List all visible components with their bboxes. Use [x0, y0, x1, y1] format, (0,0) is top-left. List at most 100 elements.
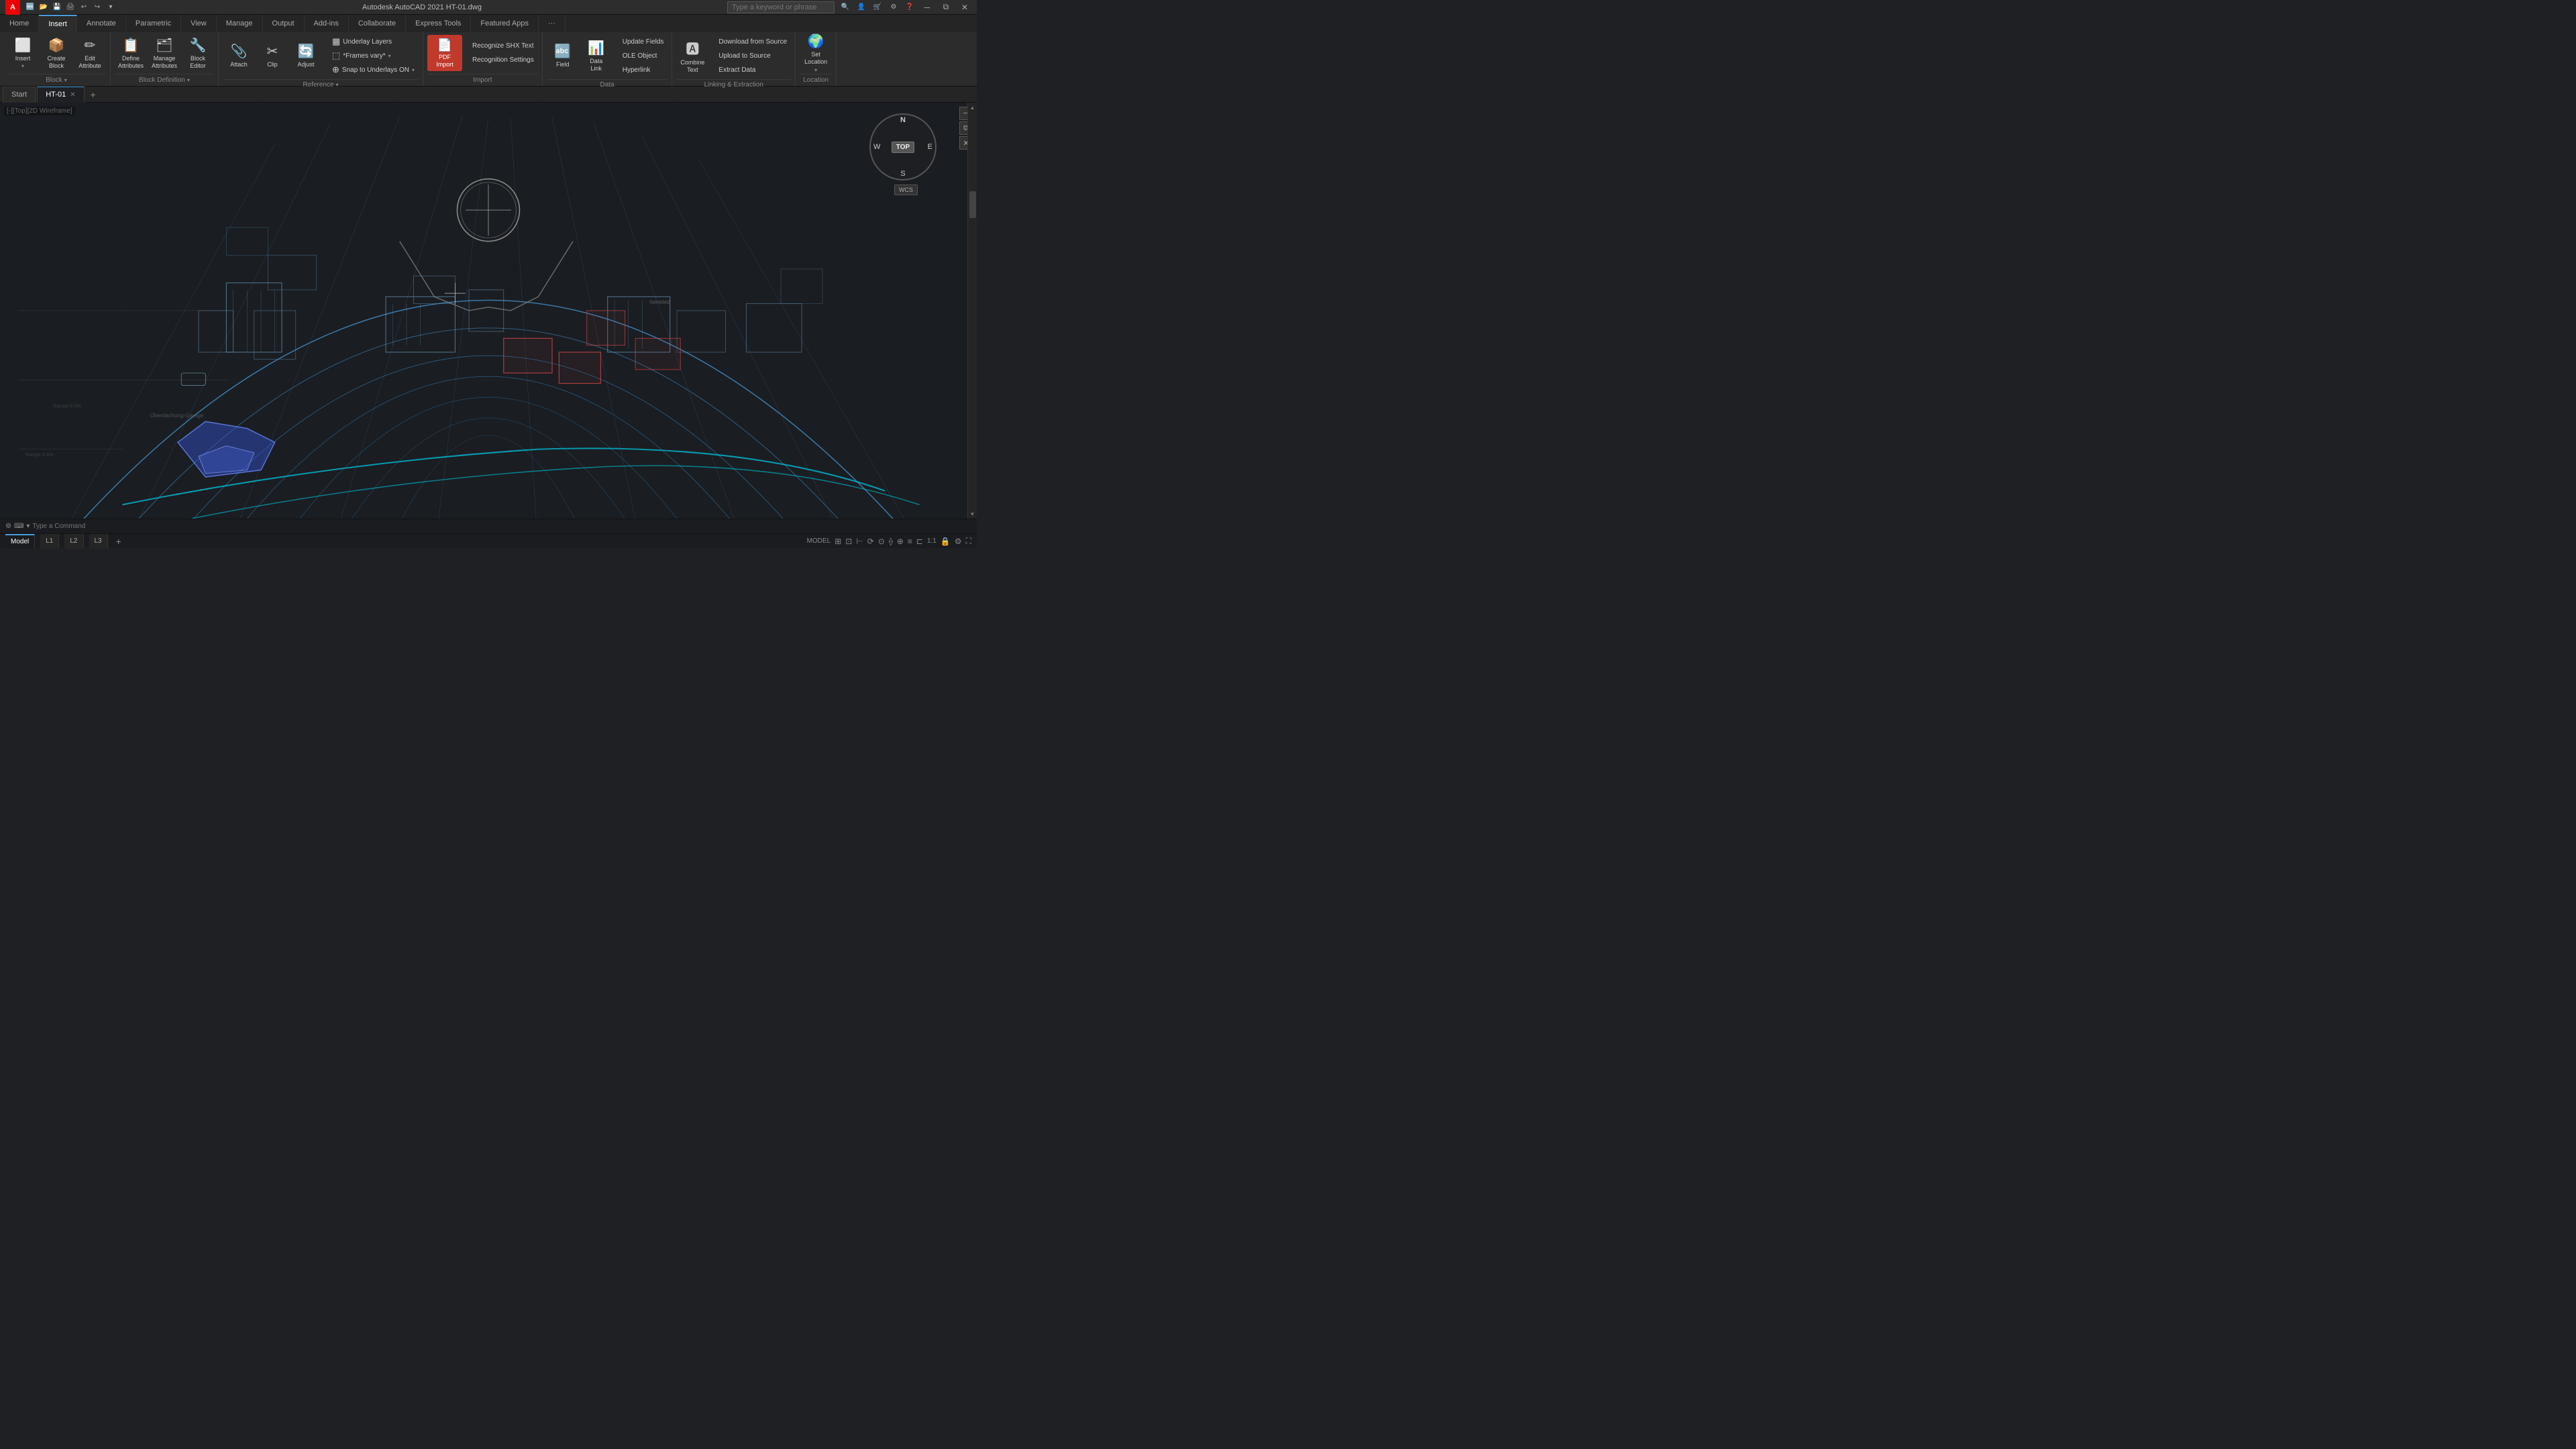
manage-attr-button[interactable]: 🗂 ManageAttributes — [148, 35, 180, 71]
osnap-icon[interactable]: ⊙ — [878, 537, 885, 546]
clip-button[interactable]: ✂ Clip — [256, 38, 288, 74]
hyperlink-btn[interactable]: Hyperlink — [619, 63, 668, 76]
insert-dropdown[interactable]: ▾ — [21, 63, 24, 69]
attach-label: Attach — [230, 61, 248, 68]
lock-icon[interactable]: 🔒 — [941, 537, 951, 546]
frames-vary-btn[interactable]: ⬚ *Frames vary* ▾ — [328, 49, 419, 62]
data-link-button[interactable]: 📊 DataLink — [580, 38, 612, 74]
combine-text-button[interactable]: 🅰 CombineText — [676, 38, 708, 74]
titlebar-right: 🔍 👤 🛒 ⚙ ❓ ─ ⧉ ✕ — [727, 1, 971, 14]
doc-tab-start[interactable]: Start — [3, 87, 36, 103]
tab-insert[interactable]: Insert — [39, 15, 77, 32]
location-dropdown[interactable]: ▾ — [814, 67, 817, 73]
minimize-btn[interactable]: ─ — [920, 1, 934, 14]
snap-icon[interactable]: ⊡ — [845, 537, 852, 546]
otrack-icon[interactable]: ⟠ — [889, 537, 893, 546]
new-btn[interactable]: 🆕 — [24, 1, 36, 13]
cart-icon[interactable]: 🛒 — [872, 2, 883, 13]
ole-object-btn[interactable]: OLE Object — [619, 49, 668, 62]
download-source-label: Download from Source — [718, 38, 787, 46]
tp-icon[interactable]: ⊏ — [916, 537, 923, 546]
pdf-import-button[interactable]: 📄 PDFImport — [427, 35, 462, 71]
snap-underlays-btn[interactable]: ⊕ Snap to Underlays ON ▾ — [328, 63, 419, 76]
insert-button[interactable]: ⬜ Insert ▾ — [7, 35, 39, 71]
save-btn[interactable]: 💾 — [51, 1, 63, 13]
search-input[interactable] — [727, 1, 835, 13]
tab-home[interactable]: Home — [0, 15, 39, 32]
model-tab[interactable]: Model — [5, 534, 35, 549]
ribbon-group-reference: 📎 Attach ✂ Clip 🔄 Adjust ▦ Underlay Laye… — [219, 32, 423, 86]
blockdef-group-arrow[interactable]: ▾ — [187, 77, 190, 83]
extract-data-btn[interactable]: Extract Data — [714, 63, 791, 76]
field-icon: 🔤 — [554, 43, 571, 60]
adjust-button[interactable]: 🔄 Adjust — [290, 38, 322, 74]
tab-express[interactable]: Express Tools — [406, 15, 471, 32]
doc-tab-ht01[interactable]: HT-01 ✕ — [37, 87, 84, 103]
close-btn[interactable]: ✕ — [958, 1, 971, 14]
upload-source-btn[interactable]: Upload to Source — [714, 49, 791, 62]
tab-annotate[interactable]: Annotate — [77, 15, 126, 32]
data-extra-col: Update Fields OLE Object Hyperlink — [619, 35, 668, 76]
frames-label: *Frames vary* — [343, 52, 385, 60]
lw-icon[interactable]: ≡ — [908, 537, 912, 546]
l2-tab[interactable]: L2 — [64, 534, 83, 549]
help-icon[interactable]: ❓ — [904, 2, 915, 13]
fullscreen-icon[interactable]: ⛶ — [966, 536, 971, 546]
wcs-button[interactable]: WCS — [894, 184, 918, 195]
open-btn[interactable]: 📂 — [38, 1, 50, 13]
edit-attribute-button[interactable]: ✏ EditAttribute — [74, 35, 106, 71]
add-layout-btn[interactable]: + — [113, 536, 124, 547]
scroll-thumb[interactable] — [969, 191, 976, 218]
grid-icon[interactable]: ⊞ — [835, 537, 841, 546]
settings-status-icon[interactable]: ⚙ — [955, 537, 962, 546]
customize-btn[interactable]: ▾ — [105, 1, 117, 13]
ortho-icon[interactable]: ⊢ — [856, 537, 863, 546]
combine-text-icon: 🅰 — [686, 38, 699, 58]
update-fields-btn[interactable]: Update Fields — [619, 35, 668, 48]
attach-button[interactable]: 📎 Attach — [223, 38, 255, 74]
recognition-settings-btn[interactable]: Recognition Settings — [468, 54, 538, 67]
doc-tab-add[interactable]: + — [86, 87, 101, 102]
dyn-icon[interactable]: ⊕ — [897, 537, 904, 546]
tab-output[interactable]: Output — [263, 15, 305, 32]
tab-more[interactable]: ··· — [539, 15, 566, 32]
polar-icon[interactable]: ⟳ — [867, 537, 874, 546]
viewport-label: [-][Top][2D Wireframe] — [4, 107, 75, 115]
block-editor-button[interactable]: 🔧 BlockEditor — [182, 35, 214, 71]
l1-tab[interactable]: L1 — [40, 534, 59, 549]
tab-view[interactable]: View — [181, 15, 217, 32]
status-right: MODEL ⊞ ⊡ ⊢ ⟳ ⊙ ⟠ ⊕ ≡ ⊏ 1:1 🔒 ⚙ ⛶ — [807, 536, 971, 546]
l3-tab[interactable]: L3 — [89, 534, 108, 549]
tab-featured[interactable]: Featured Apps — [471, 15, 539, 32]
redo-btn[interactable]: ↪ — [91, 1, 103, 13]
recognize-shx-label: Recognize SHX Text — [472, 42, 534, 50]
restore-btn[interactable]: ⧉ — [939, 1, 953, 14]
set-location-button[interactable]: 🌍 SetLocation ▾ — [800, 35, 832, 71]
doc-tab-ht01-close[interactable]: ✕ — [70, 91, 75, 99]
underlay-label: Underlay Layers — [343, 38, 392, 46]
field-button[interactable]: 🔤 Field — [547, 38, 579, 74]
create-block-label: CreateBlock — [47, 55, 65, 70]
tab-manage[interactable]: Manage — [217, 15, 263, 32]
tab-addins[interactable]: Add-ins — [305, 15, 349, 32]
tab-parametric[interactable]: Parametric — [126, 15, 181, 32]
undo-btn[interactable]: ↩ — [78, 1, 90, 13]
account-icon[interactable]: 👤 — [856, 2, 867, 13]
clip-icon: ✂ — [267, 43, 278, 60]
block-group-arrow[interactable]: ▾ — [64, 77, 67, 83]
underlay-layers-btn[interactable]: ▦ Underlay Layers — [328, 35, 419, 48]
download-source-btn[interactable]: Download from Source — [714, 35, 791, 48]
svg-text:Rampe 6.5%: Rampe 6.5% — [25, 451, 54, 458]
plot-btn[interactable]: 🖨 — [64, 1, 76, 13]
scroll-up-btn[interactable]: ▲ — [968, 103, 977, 112]
scroll-down-btn[interactable]: ▼ — [968, 509, 977, 519]
create-block-button[interactable]: 📦 CreateBlock — [40, 35, 72, 71]
compass-top-button[interactable]: TOP — [892, 142, 914, 153]
define-attr-button[interactable]: 📋 DefineAttributes — [115, 35, 147, 71]
recognize-shx-btn[interactable]: Recognize SHX Text — [468, 40, 538, 53]
search-icon[interactable]: 🔍 — [840, 2, 851, 13]
command-input[interactable] — [32, 523, 971, 530]
tab-collaborate[interactable]: Collaborate — [349, 15, 406, 32]
settings-icon[interactable]: ⚙ — [888, 2, 899, 13]
ref-group-arrow[interactable]: ▾ — [336, 82, 339, 88]
